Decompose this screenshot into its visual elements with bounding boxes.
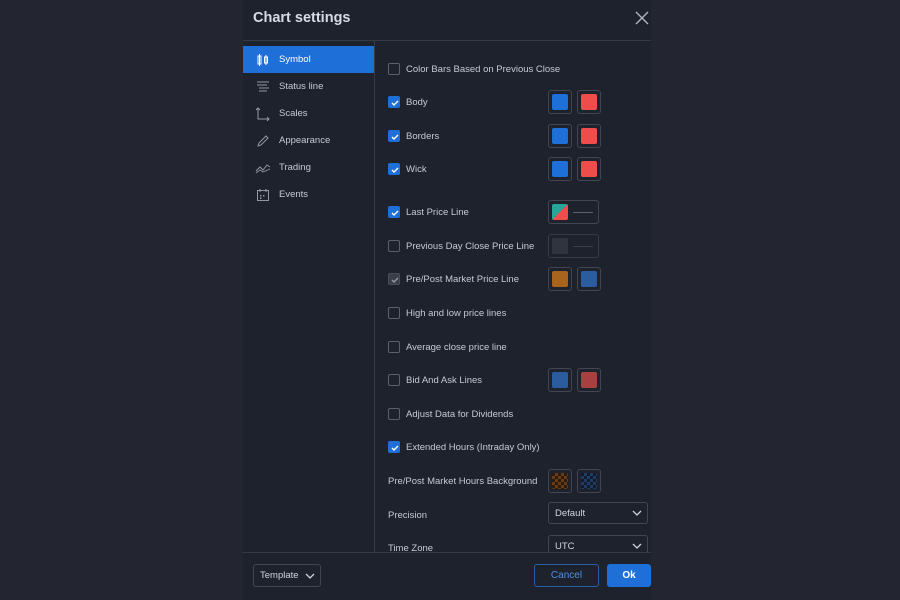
extended-hours-checkbox[interactable] (388, 441, 400, 453)
high-low-row: High and low price lines (388, 303, 651, 323)
avg-close-checkbox[interactable] (388, 341, 400, 353)
trading-icon (255, 160, 271, 176)
template-dropdown[interactable]: Template (253, 564, 321, 587)
post-market-bg-swatch[interactable] (577, 469, 601, 493)
precision-value: Default (555, 507, 586, 519)
last-price-line-row: Last Price Line (388, 200, 651, 224)
bid-color-swatch[interactable] (548, 368, 572, 392)
sidebar-item-label: Scales (279, 108, 308, 119)
scales-icon (255, 106, 271, 122)
bid-ask-row: Bid And Ask Lines (388, 368, 651, 392)
pre-post-market-checkbox[interactable] (388, 273, 400, 285)
bid-ask-label: Bid And Ask Lines (406, 374, 483, 386)
settings-sidebar: Symbol Status line Scales Appearance Tra… (243, 41, 375, 552)
time-zone-select[interactable]: UTC (548, 535, 648, 552)
cancel-button[interactable]: Cancel (534, 564, 599, 587)
dialog-title: Chart settings (253, 10, 351, 26)
sidebar-item-events[interactable]: Events (243, 181, 374, 208)
ok-button[interactable]: Ok (607, 564, 651, 587)
template-label: Template (260, 570, 299, 581)
symbol-settings-panel: Color Bars Based on Previous Close Body … (376, 41, 651, 552)
adjust-dividends-label: Adjust Data for Dividends (406, 408, 514, 420)
wick-up-color-swatch[interactable] (548, 157, 572, 181)
adjust-dividends-row: Adjust Data for Dividends (388, 404, 651, 424)
sidebar-item-label: Events (279, 189, 309, 200)
sidebar-item-symbol[interactable]: Symbol (243, 46, 374, 73)
prev-day-close-label: Previous Day Close Price Line (406, 240, 535, 252)
last-price-line-checkbox[interactable] (388, 206, 400, 218)
sidebar-item-label: Symbol (279, 54, 311, 65)
bid-ask-checkbox[interactable] (388, 374, 400, 386)
wick-label: Wick (406, 163, 427, 175)
pre-post-market-label: Pre/Post Market Price Line (406, 273, 519, 285)
time-zone-value: UTC (555, 540, 575, 552)
high-low-label: High and low price lines (406, 307, 507, 319)
sidebar-item-label: Status line (279, 81, 324, 92)
time-zone-row: Time Zone UTC (388, 535, 651, 553)
borders-down-color-swatch[interactable] (577, 124, 601, 148)
borders-label: Borders (406, 130, 440, 142)
sidebar-item-trading[interactable]: Trading (243, 154, 374, 181)
sidebar-item-label: Trading (279, 162, 311, 173)
prev-day-close-row: Previous Day Close Price Line (388, 234, 651, 258)
sidebar-item-scales[interactable]: Scales (243, 100, 374, 127)
borders-row: Borders (388, 124, 651, 148)
body-row: Body (388, 90, 651, 114)
post-market-color-swatch[interactable] (577, 267, 601, 291)
color-bars-row: Color Bars Based on Previous Close (388, 59, 651, 79)
prev-day-close-checkbox[interactable] (388, 240, 400, 252)
avg-close-label: Average close price line (406, 341, 507, 353)
precision-row: Precision Default (388, 502, 651, 525)
body-checkbox[interactable] (388, 96, 400, 108)
sidebar-item-label: Appearance (279, 135, 331, 146)
precision-select[interactable]: Default (548, 502, 648, 524)
chevron-down-icon (305, 572, 315, 583)
body-down-color-swatch[interactable] (577, 90, 601, 114)
pencil-icon (255, 133, 271, 149)
last-price-line-label: Last Price Line (406, 206, 469, 218)
sidebar-item-status-line[interactable]: Status line (243, 73, 374, 100)
extended-hours-row: Extended Hours (Intraday Only) (388, 437, 651, 457)
prev-day-close-style-swatch[interactable] (548, 234, 599, 258)
wick-down-color-swatch[interactable] (577, 157, 601, 181)
extended-hours-label: Extended Hours (Intraday Only) (406, 441, 540, 453)
pre-post-bg-row: Pre/Post Market Hours Background (388, 469, 651, 493)
pre-market-color-swatch[interactable] (548, 267, 572, 291)
last-price-line-style-swatch[interactable] (548, 200, 599, 224)
pre-post-bg-label: Pre/Post Market Hours Background (388, 475, 538, 487)
pre-market-bg-swatch[interactable] (548, 469, 572, 493)
chevron-down-icon (632, 542, 642, 552)
ask-color-swatch[interactable] (577, 368, 601, 392)
calendar-icon (255, 187, 271, 203)
borders-checkbox[interactable] (388, 130, 400, 142)
color-bars-label: Color Bars Based on Previous Close (406, 63, 561, 75)
time-zone-label: Time Zone (388, 542, 434, 553)
chart-settings-dialog: Chart settings Symbol Status line Scales (243, 0, 651, 600)
borders-up-color-swatch[interactable] (548, 124, 572, 148)
wick-row: Wick (388, 157, 651, 181)
body-label: Body (406, 96, 428, 108)
chevron-down-icon (632, 509, 642, 520)
wick-checkbox[interactable] (388, 163, 400, 175)
footer-divider (243, 552, 651, 553)
color-bars-checkbox[interactable] (388, 63, 400, 75)
precision-label: Precision (388, 509, 428, 521)
pre-post-market-row: Pre/Post Market Price Line (388, 267, 651, 291)
body-up-color-swatch[interactable] (548, 90, 572, 114)
status-line-icon (255, 79, 271, 95)
sidebar-item-appearance[interactable]: Appearance (243, 127, 374, 154)
high-low-checkbox[interactable] (388, 307, 400, 319)
adjust-dividends-checkbox[interactable] (388, 408, 400, 420)
avg-close-row: Average close price line (388, 337, 651, 357)
close-icon[interactable] (633, 9, 651, 27)
candles-icon (255, 52, 271, 68)
